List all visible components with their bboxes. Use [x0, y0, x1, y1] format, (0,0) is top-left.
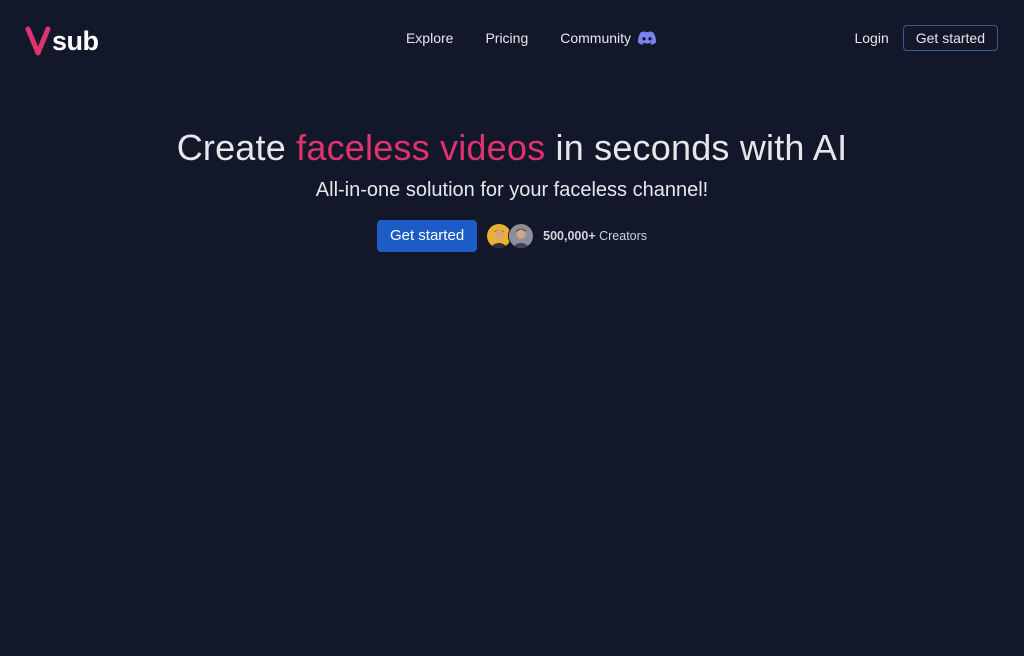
creators-count-text: 500,000+ Creators — [543, 229, 647, 243]
nav-explore-label: Explore — [405, 30, 454, 46]
creators-count: 500,000+ — [543, 229, 596, 243]
nav-community-label: Community — [560, 30, 632, 46]
brand-logo[interactable]: sub — [25, 22, 99, 56]
hero-title-prefix: Create — [176, 127, 297, 168]
hero-get-started-button[interactable]: Get started — [376, 220, 478, 252]
cta-row: Get started 500,000+ Creators — [0, 220, 1024, 252]
nav-pricing[interactable]: Pricing — [469, 28, 544, 48]
brand-name: sub — [52, 26, 99, 56]
avatar — [508, 223, 535, 249]
landing-page: sub Explore Pricing Community Login Get … — [0, 0, 1024, 656]
creator-avatars — [486, 223, 535, 249]
hero-title-suffix: in seconds with AI — [545, 127, 848, 168]
site-header: sub Explore Pricing Community Login Get … — [0, 0, 1024, 76]
hero-section: Create faceless videos in seconds with A… — [0, 126, 1024, 252]
creators-label: Creators — [595, 229, 648, 243]
login-link[interactable]: Login — [854, 25, 888, 51]
nav-explore[interactable]: Explore — [390, 28, 469, 48]
nav-pricing-label: Pricing — [485, 30, 529, 46]
auth-actions: Login Get started — [854, 25, 998, 51]
hero-title-highlight: faceless videos — [296, 127, 546, 168]
nav-community[interactable]: Community — [544, 28, 672, 48]
discord-icon — [638, 31, 657, 45]
hero-title: Create faceless videos in seconds with A… — [0, 126, 1024, 170]
v-logo-icon — [25, 26, 51, 56]
header-get-started-button[interactable]: Get started — [902, 25, 998, 51]
hero-subtitle: All-in-one solution for your faceless ch… — [315, 179, 709, 201]
